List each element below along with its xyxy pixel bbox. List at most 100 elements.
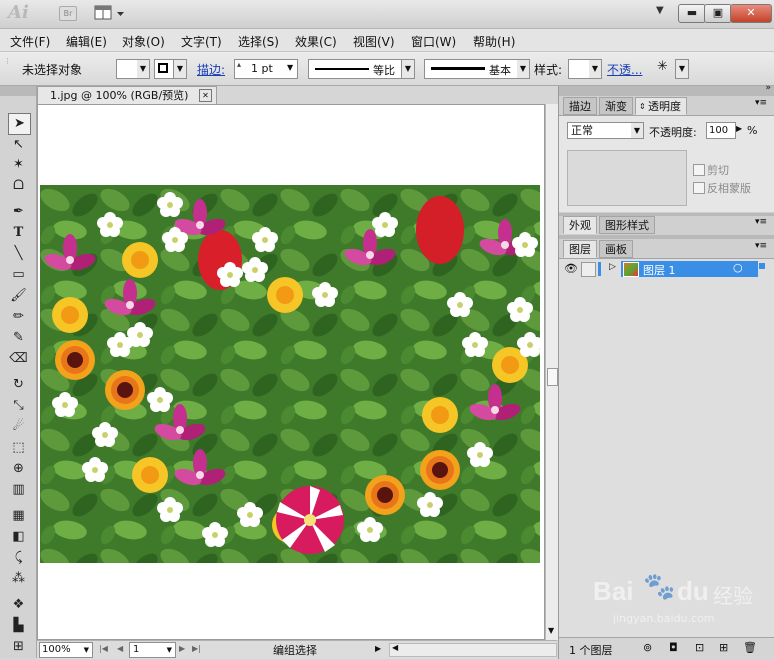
eraser-tool-icon[interactable]: ⌫: [8, 349, 29, 369]
status-menu-icon[interactable]: ▶: [375, 644, 381, 653]
layer-row[interactable]: 👁 ▷ 图层 1 ○: [561, 261, 765, 277]
horizontal-scrollbar[interactable]: ◀: [389, 643, 557, 657]
rotate-tool-icon[interactable]: ↻: [8, 375, 29, 395]
magic-wand-tool-icon[interactable]: ✶: [8, 155, 29, 175]
stroke-swatch[interactable]: [154, 59, 174, 79]
menu-object[interactable]: 对象(O): [122, 33, 165, 50]
blob-brush-tool-icon[interactable]: ✎: [8, 328, 29, 348]
panel-menu-icon[interactable]: ▾≡: [755, 217, 767, 227]
vertical-scrollbar[interactable]: ▼: [545, 104, 558, 640]
graph-tool-icon[interactable]: ▥: [8, 480, 29, 500]
zoom-field[interactable]: 100% ▼: [39, 642, 93, 658]
expand-layer-icon[interactable]: ▷: [609, 262, 616, 272]
menu-help[interactable]: 帮助(H): [473, 33, 515, 50]
blend-tool-icon[interactable]: ⁂: [8, 569, 29, 589]
symbol-sprayer-tool-icon[interactable]: ❖: [8, 595, 29, 615]
panel-menu-icon[interactable]: ▾≡: [755, 241, 767, 251]
menu-window[interactable]: 窗口(W): [411, 33, 456, 50]
shape-builder-tool-icon[interactable]: ⊕: [8, 459, 29, 479]
options-dropdown-icon[interactable]: ▼: [675, 59, 689, 79]
tab-graphic-styles[interactable]: 图形样式: [599, 216, 655, 234]
scrollbar-thumb[interactable]: [547, 368, 558, 386]
collapse-panel-icon[interactable]: »: [765, 83, 771, 93]
menu-file[interactable]: 文件(F): [10, 33, 50, 50]
style-dropdown-icon[interactable]: ▼: [589, 59, 602, 79]
menu-view[interactable]: 视图(V): [353, 33, 395, 50]
new-layer-icon[interactable]: ⊞: [719, 641, 728, 654]
brush-dropdown-icon[interactable]: ▼: [517, 59, 530, 79]
warp-tool-icon[interactable]: ☄: [8, 417, 29, 437]
rectangle-tool-icon[interactable]: ▭: [8, 265, 29, 285]
locate-object-icon[interactable]: ⊚: [643, 641, 652, 654]
spinner-icon[interactable]: ▴: [237, 60, 241, 69]
scroll-left-icon[interactable]: ◀: [392, 643, 398, 652]
clip-checkbox[interactable]: [693, 164, 705, 176]
eyedropper-tool-icon[interactable]: ⤹: [8, 548, 29, 568]
make-clipping-mask-icon[interactable]: ◘: [669, 641, 678, 654]
stroke-weight-field[interactable]: ▴ 1 pt ▼: [234, 59, 298, 79]
invert-mask-checkbox[interactable]: [693, 182, 705, 194]
new-sublayer-icon[interactable]: ⊡: [695, 641, 704, 654]
graphic-style-swatch[interactable]: [568, 59, 590, 79]
first-artboard-icon[interactable]: |◀: [99, 644, 108, 653]
fill-swatch[interactable]: [116, 59, 138, 79]
scroll-down-icon[interactable]: ▼: [548, 626, 554, 635]
scale-tool-icon[interactable]: ⤡: [8, 396, 29, 416]
menu-effect[interactable]: 效果(C): [295, 33, 337, 50]
chevron-down-icon[interactable]: ▼: [287, 63, 293, 72]
magic-wand-icon[interactable]: ✳: [657, 59, 668, 74]
brush-definition[interactable]: 基本: [424, 59, 518, 79]
document-canvas[interactable]: [37, 104, 545, 640]
pencil-tool-icon[interactable]: ✏: [8, 307, 29, 327]
blend-mode-select[interactable]: 正常: [567, 122, 634, 139]
next-artboard-icon[interactable]: ▶: [179, 644, 185, 653]
arrange-documents-button[interactable]: [94, 4, 128, 22]
mesh-tool-icon[interactable]: ▦: [8, 506, 29, 526]
profile-dropdown-icon[interactable]: ▼: [402, 59, 415, 79]
stroke-dropdown-icon[interactable]: ▼: [174, 59, 187, 79]
opacity-mask-thumbnail[interactable]: [567, 150, 687, 206]
menu-type[interactable]: 文字(T): [181, 33, 222, 50]
artboard-tool-icon[interactable]: ⊞: [8, 637, 29, 657]
tab-appearance[interactable]: 外观: [563, 216, 597, 234]
flower-wreath-image[interactable]: [40, 185, 540, 563]
stroke-link[interactable]: 描边:: [197, 61, 225, 78]
layer-selected-highlight[interactable]: 图层 1 ○: [621, 261, 758, 277]
opacity-slider-icon[interactable]: ▶: [736, 124, 742, 133]
document-tab[interactable]: 1.jpg @ 100% (RGB/预览) ✕: [37, 86, 217, 104]
close-tab-icon[interactable]: ✕: [199, 89, 212, 102]
free-transform-tool-icon[interactable]: ⬚: [8, 438, 29, 458]
tab-gradient[interactable]: 渐变: [599, 97, 633, 115]
artboard-number-field[interactable]: 1 ▼: [129, 642, 176, 658]
visibility-eye-icon[interactable]: 👁: [564, 262, 578, 275]
bridge-button[interactable]: Br: [59, 6, 77, 21]
close-button[interactable]: ✕: [730, 4, 772, 23]
maximize-button[interactable]: ▣: [704, 4, 732, 23]
direct-selection-tool-icon[interactable]: ↖: [8, 135, 29, 155]
tab-layers[interactable]: 图层: [563, 240, 597, 258]
target-icon[interactable]: ○: [733, 261, 743, 274]
paintbrush-tool-icon[interactable]: 🖌: [8, 286, 29, 306]
tab-transparency[interactable]: ⇕ 透明度: [635, 97, 687, 115]
column-graph-tool-icon[interactable]: ▙: [8, 616, 29, 636]
opacity-input[interactable]: 100: [706, 122, 736, 139]
tab-artboards[interactable]: 画板: [599, 240, 633, 258]
chevron-down-icon[interactable]: ▼: [84, 643, 89, 657]
variable-width-profile[interactable]: 等比: [308, 59, 402, 79]
tab-stroke[interactable]: 描边: [563, 97, 597, 115]
menu-edit[interactable]: 编辑(E): [66, 33, 107, 50]
dock-header[interactable]: »: [559, 83, 774, 96]
selection-tool-icon[interactable]: ➤: [8, 113, 31, 135]
lasso-tool-icon[interactable]: ᗝ: [8, 176, 29, 196]
line-tool-icon[interactable]: ╲: [8, 244, 29, 264]
previous-artboard-icon[interactable]: ◀: [117, 644, 123, 653]
chevron-down-icon[interactable]: ▼: [167, 643, 172, 657]
menu-select[interactable]: 选择(S): [238, 33, 279, 50]
workspace-dropdown-icon[interactable]: ▼: [656, 5, 664, 16]
blend-mode-dropdown-icon[interactable]: ▼: [631, 122, 644, 139]
minimize-button[interactable]: ▬: [678, 4, 706, 23]
panel-menu-icon[interactable]: ▾≡: [755, 98, 767, 108]
tools-panel-header[interactable]: [0, 86, 36, 96]
last-artboard-icon[interactable]: ▶|: [192, 644, 201, 653]
delete-layer-icon[interactable]: 🗑: [743, 641, 757, 654]
